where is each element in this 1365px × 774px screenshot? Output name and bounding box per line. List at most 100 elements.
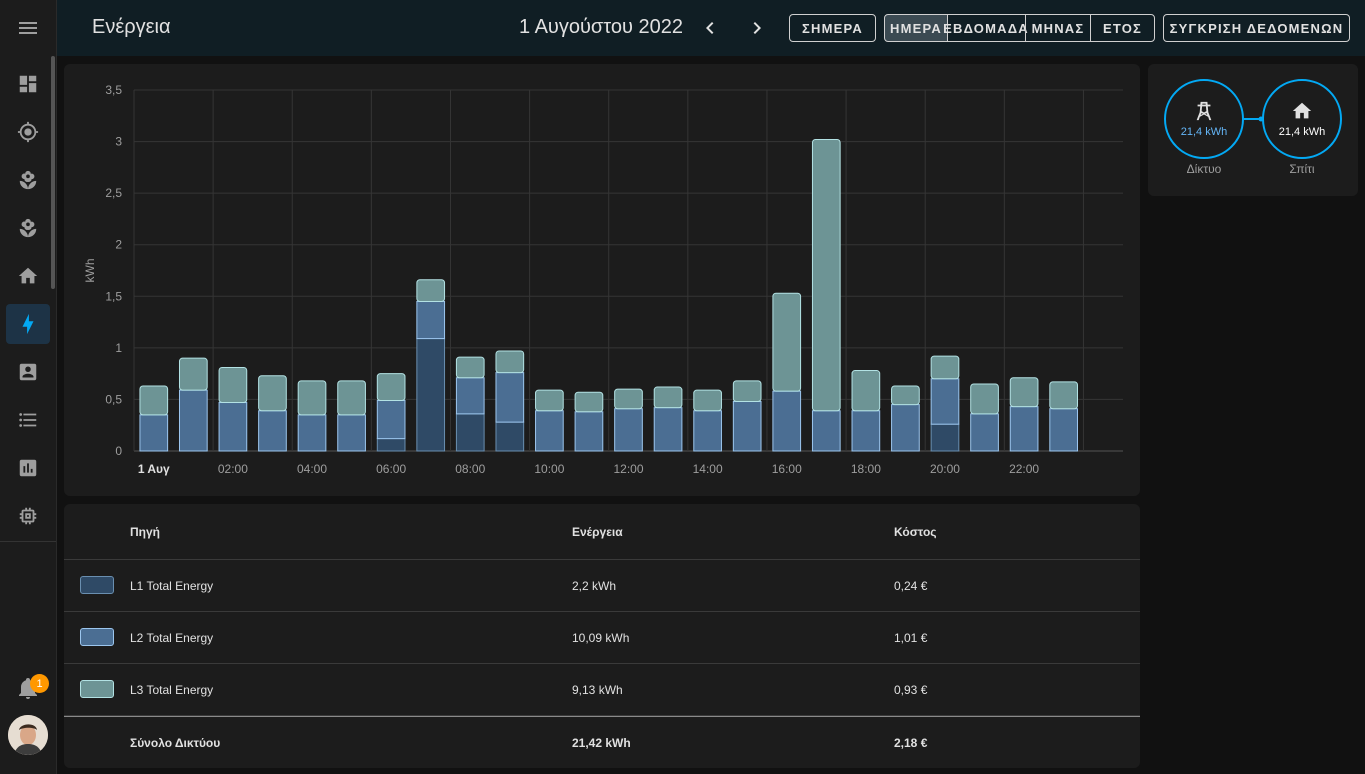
date-label: 1 Αυγούστου 2022: [519, 16, 683, 38]
bar-segment: [178, 357, 208, 391]
notification-badge: 1: [30, 674, 49, 693]
sidebar: 1: [0, 0, 57, 774]
sidebar-item-energy[interactable]: [6, 304, 50, 344]
energy-usage-chart-card: 0 0,5 1 1,5 2 2,5 3 3,5 kWh 1 Αυγ 02:00 04:00 06:00 0…: [64, 64, 1140, 496]
color-swatch: [80, 628, 114, 646]
x-tick-label: 06:00: [376, 462, 406, 476]
y-tick-label: 0: [115, 444, 122, 458]
bar-segment: [337, 380, 366, 416]
x-tick-label: 1 Αυγ: [138, 462, 170, 476]
bar-segment: [495, 372, 525, 423]
x-tick-label: 08:00: [455, 462, 485, 476]
flower-icon: [19, 170, 37, 190]
grid-circle[interactable]: 21,4 kWh: [1164, 79, 1244, 159]
previous-period-button[interactable]: [698, 16, 722, 40]
y-tick-label: 2,5: [105, 186, 122, 200]
cost-value: 0,24 €: [894, 579, 928, 593]
today-button[interactable]: ΣΗΜΕΡΑ: [789, 14, 876, 42]
table-row: L2 Total Energy 10,09 kWh 1,01 €: [64, 612, 1140, 664]
x-tick-label: 02:00: [218, 462, 248, 476]
bar-segment: [218, 366, 248, 404]
x-tick-label: 14:00: [693, 462, 723, 476]
bar-segment: [891, 404, 920, 452]
energy-value: 10,09 kWh: [572, 631, 630, 645]
sidebar-item-home[interactable]: [6, 256, 50, 296]
avatar[interactable]: [8, 715, 48, 755]
y-axis-label: kWh: [83, 259, 97, 283]
bar-segment: [1049, 408, 1079, 452]
bar-segment: [732, 400, 762, 452]
bar-segment: [653, 386, 683, 409]
cost-value: 0,93 €: [894, 683, 928, 697]
sidebar-item-devices[interactable]: [6, 496, 50, 536]
table-row: L3 Total Energy 9,13 kWh 0,93 €: [64, 664, 1140, 716]
account-box-icon: [19, 363, 37, 381]
bar-segment: [376, 399, 406, 440]
x-tick-label: 16:00: [772, 462, 802, 476]
bar-segment: [416, 338, 446, 452]
home-icon: [1292, 102, 1312, 119]
cost-value: 1,01 €: [894, 631, 928, 645]
bar-segment: [614, 408, 643, 452]
energy-value: 2,2 kWh: [572, 579, 617, 593]
bar-segment: [416, 300, 446, 340]
period-day-button[interactable]: ΗΜΕΡΑ: [884, 14, 948, 42]
bar-segment: [376, 373, 406, 401]
y-tick-label: 0,5: [105, 392, 122, 406]
sidebar-item-history[interactable]: [6, 448, 50, 488]
page-title: Ενέργεια: [92, 16, 171, 38]
sidebar-item-overview[interactable]: [6, 64, 50, 104]
energy-sources-table: Πηγή Ενέργεια Κόστος L1 Total Energy 2,2…: [64, 504, 1140, 768]
home-label: Σπίτι: [1289, 162, 1315, 176]
total-energy: 21,42 kWh: [572, 736, 631, 750]
bar-segment: [891, 385, 920, 406]
bar-segment: [535, 410, 564, 452]
transmission-tower-icon: [1196, 101, 1212, 121]
dashboard-icon: [19, 75, 37, 93]
bar-segment: [693, 389, 722, 412]
home-value: 21,4 kWh: [1278, 126, 1326, 138]
sidebar-scrollbar[interactable]: [51, 56, 55, 289]
bar-segment: [297, 414, 327, 452]
bar-segment: [772, 292, 802, 392]
period-week-button[interactable]: ΕΒΔΟΜΑΔΑ: [943, 14, 1028, 42]
sidebar-item-todo[interactable]: [6, 400, 50, 440]
y-tick-label: 3,5: [105, 83, 122, 97]
source-name: L3 Total Energy: [130, 683, 214, 697]
y-tick-label: 3: [115, 135, 122, 149]
bar-segment: [970, 413, 999, 452]
bar-segment: [297, 380, 327, 416]
bar-segment: [1009, 406, 1039, 452]
x-tick-label: 10:00: [534, 462, 564, 476]
grid-value: 21,4 kWh: [1180, 126, 1228, 138]
sidebar-item-map[interactable]: [6, 112, 50, 152]
bar-segment: [218, 402, 248, 452]
memory-icon: [19, 507, 37, 525]
bar-segment: [455, 356, 485, 379]
bar-segment: [258, 375, 287, 412]
bar-segment: [772, 390, 802, 452]
next-period-button[interactable]: [745, 16, 769, 40]
energy-distribution-card: 21,4 kWh Δίκτυο 21,4 kWh Σπίτι: [1148, 64, 1358, 196]
sidebar-item-plants-2[interactable]: [6, 208, 50, 248]
bar-segment: [376, 438, 406, 452]
color-swatch: [80, 680, 114, 698]
bar-segment: [455, 413, 485, 452]
sidebar-item-plants-1[interactable]: [6, 160, 50, 200]
bar-segment: [258, 410, 287, 452]
bar-segment: [1049, 381, 1079, 410]
sidebar-item-logbook[interactable]: [6, 352, 50, 392]
menu-icon[interactable]: [16, 16, 40, 40]
table-row: L1 Total Energy 2,2 kWh 0,24 €: [64, 560, 1140, 612]
y-tick-label: 2: [115, 238, 122, 252]
top-bar: Ενέργεια 1 Αυγούστου 2022 ΣΗΜΕΡΑ ΗΜΕΡΑ Ε…: [57, 0, 1365, 56]
chevron-right-icon: [753, 22, 761, 34]
source-name: L1 Total Energy: [130, 579, 214, 593]
compare-data-button[interactable]: ΣΥΓΚΡΙΣΗ ΔΕΔΟΜΕΝΩΝ: [1163, 14, 1350, 42]
home-circle[interactable]: 21,4 kWh: [1262, 79, 1342, 159]
grid-label: Δίκτυο: [1186, 162, 1222, 176]
period-month-button[interactable]: ΜΗΝΑΣ: [1025, 14, 1091, 42]
period-year-button[interactable]: ΕΤΟΣ: [1090, 14, 1155, 42]
x-tick-label: 12:00: [613, 462, 643, 476]
bar-segment: [653, 407, 683, 452]
